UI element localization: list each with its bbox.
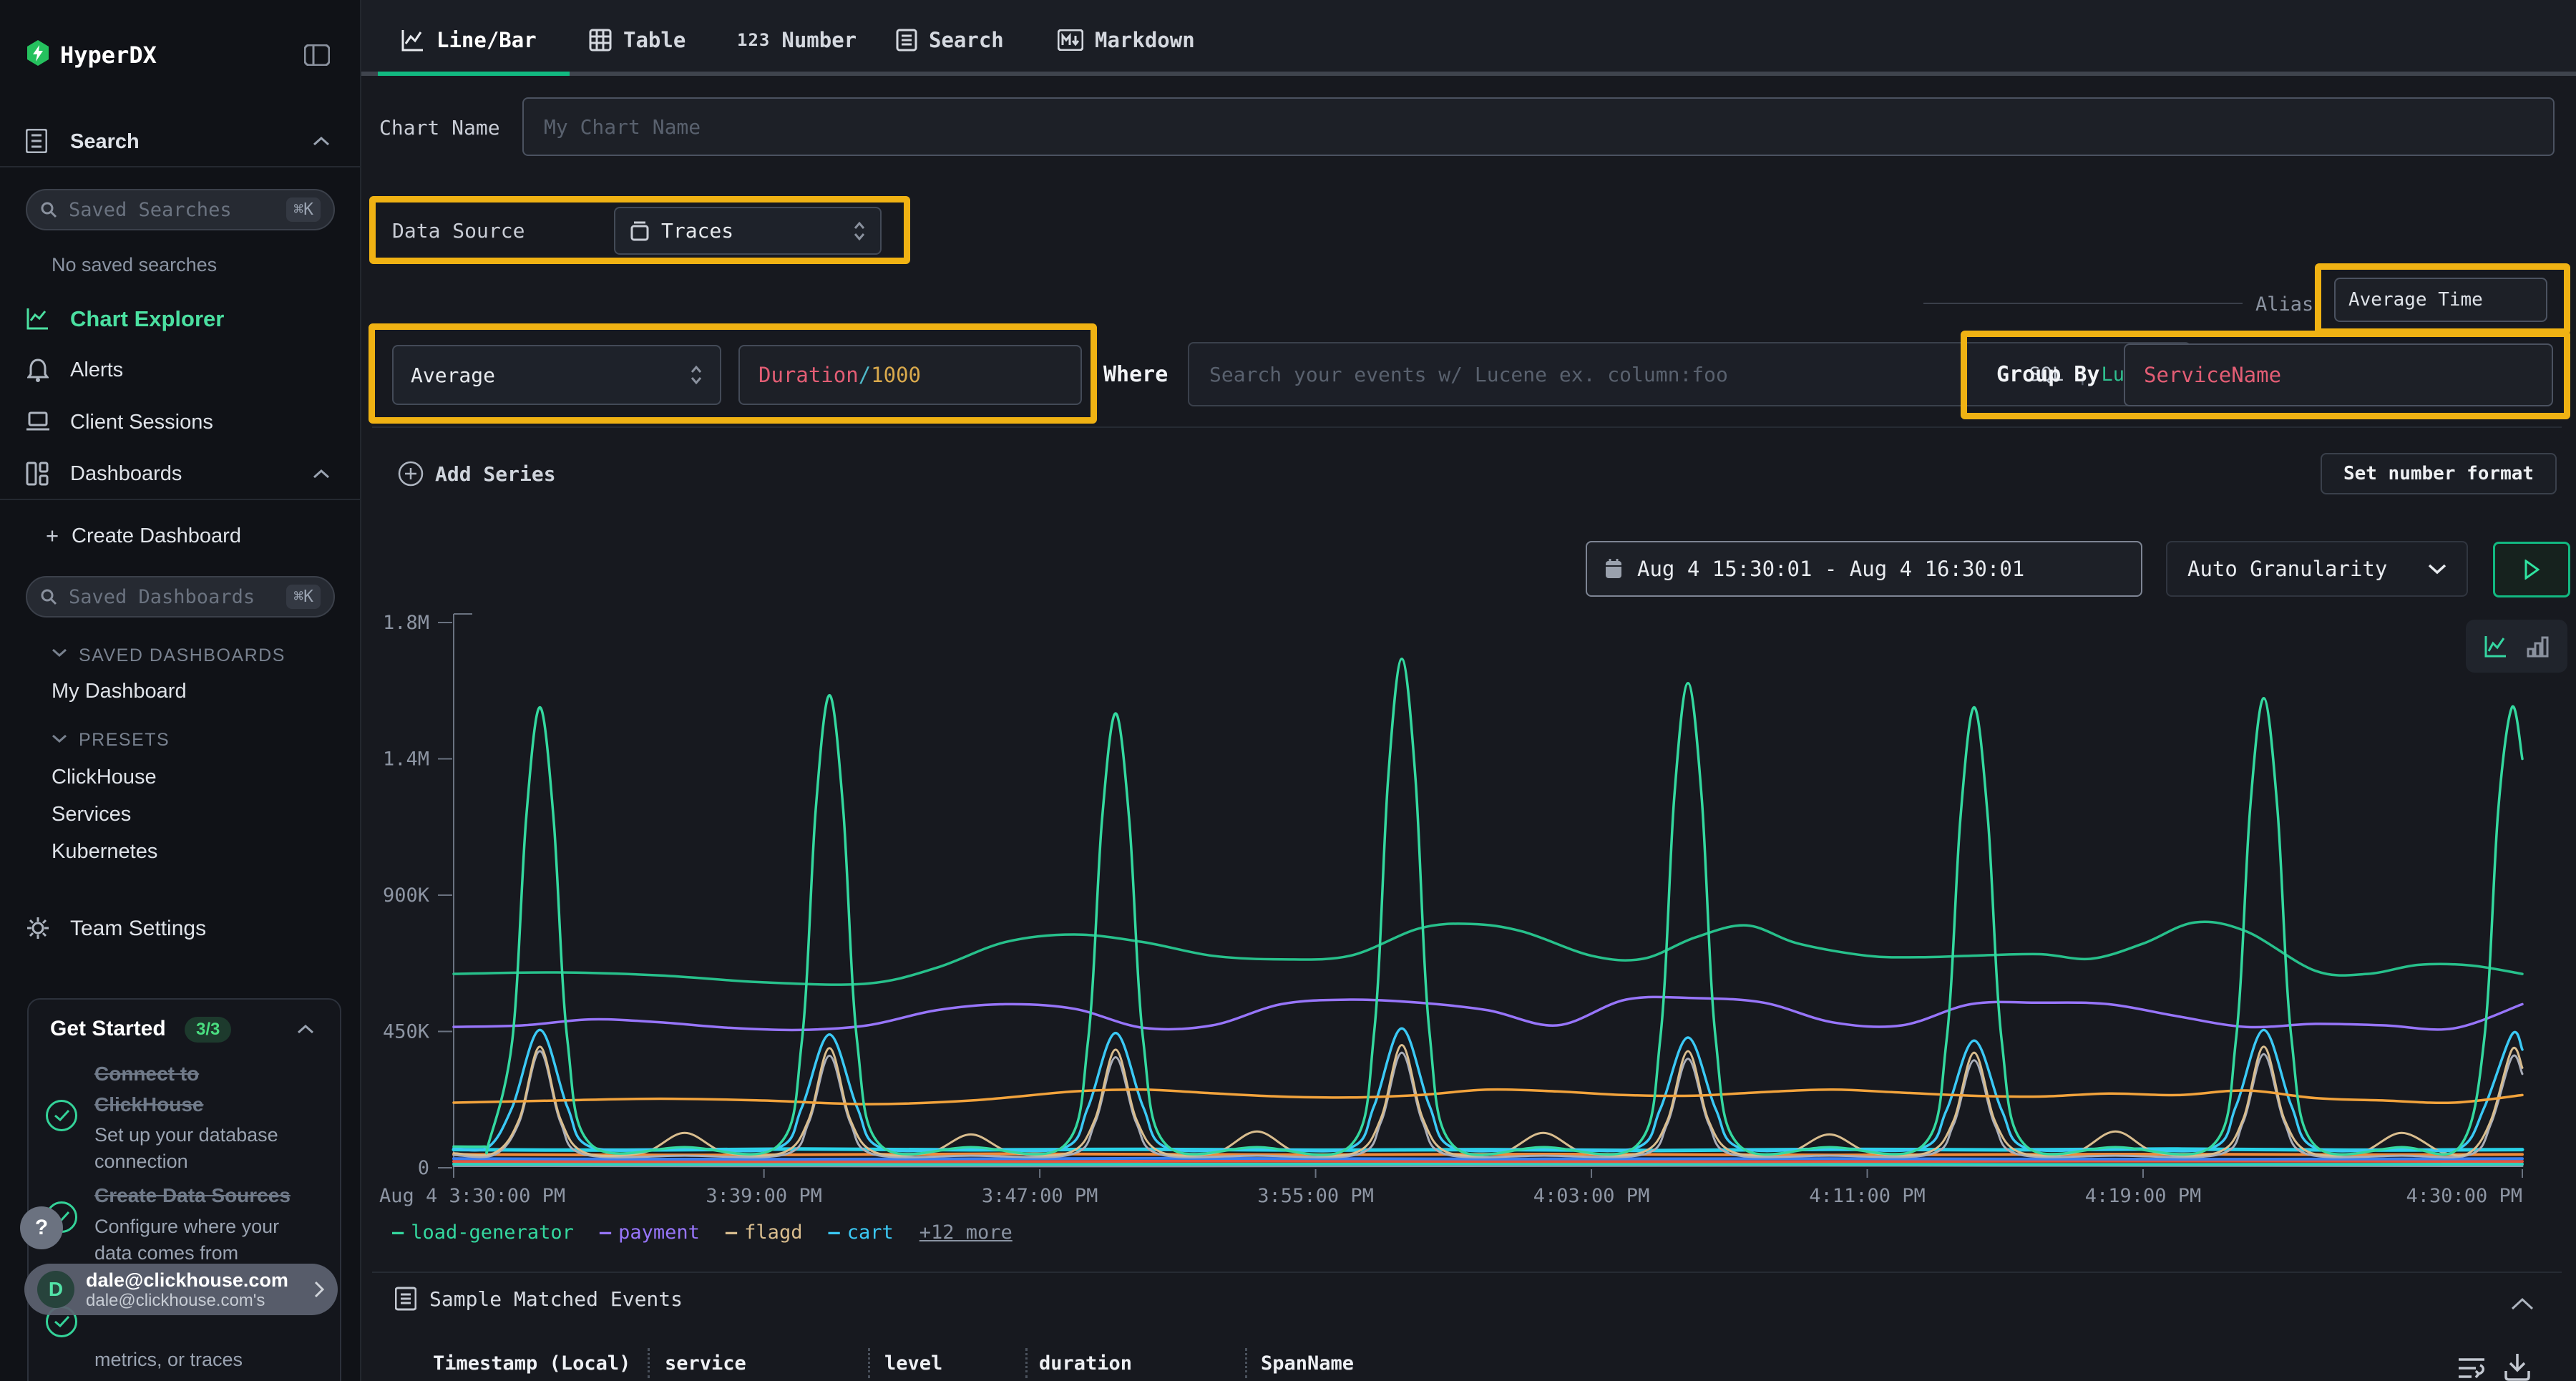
x-tick-label: 4:19:00 PM <box>2085 1185 2202 1207</box>
legend-label: flagd <box>744 1221 802 1244</box>
panel-collapse-chevron-icon[interactable] <box>2510 1297 2534 1314</box>
x-tick-label: 4:03:00 PM <box>1533 1185 1650 1207</box>
legend-item-flagd[interactable]: — flagd <box>726 1221 803 1244</box>
legend-item-cart[interactable]: — cart <box>828 1221 893 1244</box>
x-tick-label: 3:55:00 PM <box>1257 1185 1374 1207</box>
legend-swatch: — <box>726 1221 737 1244</box>
column-separator[interactable] <box>868 1348 870 1378</box>
series-load-generator <box>454 659 2522 1155</box>
y-tick-label: 450K <box>383 1021 430 1043</box>
chart-legend: — load-generator — payment — flagd — cart +12 mo… <box>392 1216 1013 1248</box>
x-tick-label: 4:30:00 PM <box>2406 1185 2522 1207</box>
column-header-duration[interactable]: duration <box>1039 1352 1132 1375</box>
column-header-service[interactable]: service <box>665 1352 746 1375</box>
app-root: HyperDX Search ⌘K No saved searches Char… <box>0 0 2576 1381</box>
x-tick-label: 4:11:00 PM <box>1809 1185 1926 1207</box>
legend-item-payment[interactable]: — payment <box>600 1221 700 1244</box>
legend-more-link[interactable]: +12 more <box>919 1221 1013 1244</box>
y-tick-label: 1.8M <box>383 612 429 634</box>
column-separator[interactable] <box>1025 1348 1028 1378</box>
x-tick-label: Aug 4 3:30:00 PM <box>379 1185 565 1207</box>
y-tick-label: 0 <box>418 1157 429 1179</box>
legend-swatch: — <box>828 1221 839 1244</box>
column-separator[interactable] <box>648 1348 650 1378</box>
column-header-level[interactable]: level <box>884 1352 942 1375</box>
download-icon[interactable] <box>2502 1351 2533 1381</box>
column-header-timestamp[interactable]: Timestamp (Local) <box>433 1352 630 1375</box>
x-tick-label: 3:39:00 PM <box>706 1185 822 1207</box>
series-flat-blue <box>454 1158 2522 1159</box>
help-button[interactable]: ? <box>20 1206 63 1249</box>
section-divider <box>372 1272 2562 1273</box>
event-stream-icon[interactable] <box>2456 1352 2487 1381</box>
y-tick-label: 900K <box>383 884 430 907</box>
series-unnamed-gray <box>454 1051 2522 1157</box>
legend-label: load-generator <box>411 1221 574 1244</box>
chevron-right-icon <box>313 1280 325 1299</box>
avatar: D <box>37 1271 74 1308</box>
series-flat-teal <box>454 1164 2522 1165</box>
column-separator[interactable] <box>1245 1348 1247 1378</box>
series-unnamed-orange <box>454 1090 2522 1105</box>
series-flat-red <box>454 1161 2522 1162</box>
legend-label: cart <box>847 1221 894 1244</box>
series-payment <box>454 997 2522 1030</box>
y-tick-label: 1.4M <box>383 748 429 771</box>
list-icon <box>395 1287 416 1311</box>
legend-swatch: — <box>600 1221 611 1244</box>
legend-item-load-generator[interactable]: — load-generator <box>392 1221 574 1244</box>
sample-events-title: Sample Matched Events <box>429 1287 683 1311</box>
chart-canvas[interactable]: 1.8M 1.4M 900K 450K 0 Aug 4 3:30:00 PM 3:39:00… <box>0 0 2576 1381</box>
legend-swatch: — <box>392 1221 404 1244</box>
series-unnamed-green <box>454 922 2522 985</box>
legend-label: payment <box>618 1221 700 1244</box>
user-subtitle: dale@clickhouse.com's <box>86 1291 302 1310</box>
sample-events-header: Sample Matched Events <box>395 1287 683 1311</box>
column-header-spanname[interactable]: SpanName <box>1261 1352 1354 1375</box>
user-menu[interactable]: D dale@clickhouse.com dale@clickhouse.co… <box>24 1264 338 1315</box>
x-tick-label: 3:47:00 PM <box>982 1185 1098 1207</box>
user-email: dale@clickhouse.com <box>86 1269 302 1291</box>
